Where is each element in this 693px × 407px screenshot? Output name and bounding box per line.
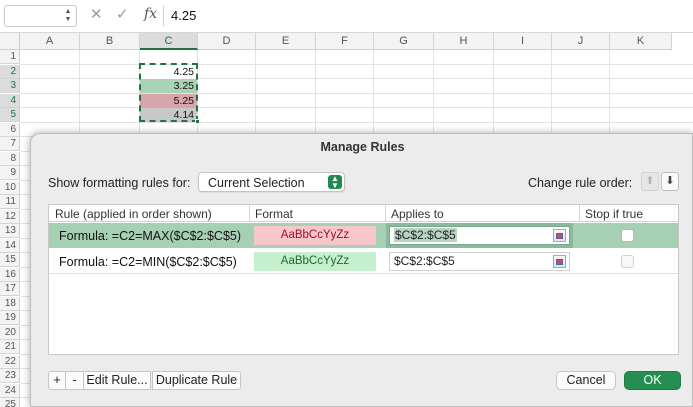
move-rule-down-button[interactable]: ⬇ [661,172,679,191]
applies-to-value: $C$2:$C$5 [394,228,457,242]
insert-function-icon[interactable]: fx [144,6,157,22]
row-header-7[interactable]: 7 [0,137,20,151]
column-header-f[interactable]: F [316,33,374,50]
manage-rules-dialog: Manage Rules Show formatting rules for: … [30,133,693,407]
row-header-10[interactable]: 10 [0,180,20,195]
grid-row-line [20,121,693,123]
column-header-e[interactable]: E [256,33,316,50]
column-header-c[interactable]: C [140,33,198,50]
grid-row-line [20,63,693,65]
row-header-20[interactable]: 20 [0,325,20,340]
row-header-14[interactable]: 14 [0,238,20,253]
confirm-entry-icon[interactable]: ✓ [116,7,129,23]
rule-row[interactable]: Formula: =C2=MAX($C$2:$C$5) AaBbCcYyZz $… [49,223,678,248]
row-header-9[interactable]: 9 [0,166,20,180]
row-header-23[interactable]: 23 [0,369,20,383]
row-header-8[interactable]: 8 [0,151,20,166]
row-header-6[interactable]: 6 [0,122,20,137]
arrow-up-icon: ⬆ [645,175,655,187]
edit-rule-button[interactable]: Edit Rule... [84,371,151,390]
rules-scope-select[interactable]: Current Selection ▲ ▼ [198,172,345,192]
row-header-2[interactable]: 2 [0,64,20,79]
formula-input[interactable]: 4.25 [171,8,196,23]
arrow-down-icon: ⬇ [665,175,675,187]
select-all-corner[interactable] [0,33,20,50]
move-rule-up-button[interactable]: ⬆ [641,172,659,191]
rule-formula: Formula: =C2=MAX($C$2:$C$5) [59,229,242,243]
row-header-5[interactable]: 5 [0,108,20,122]
column-header-i[interactable]: I [494,33,552,50]
row-header-1[interactable]: 1 [0,50,20,64]
applies-to-field[interactable]: $C$2:$C$5 [389,226,570,245]
row-header-22[interactable]: 22 [0,354,20,369]
row-header-18[interactable]: 18 [0,296,20,311]
col-header-rule: Rule (applied in order shown) [55,207,212,221]
row-header-17[interactable]: 17 [0,282,20,296]
stop-if-true-checkbox[interactable] [621,255,634,268]
range-picker-icon[interactable] [553,255,566,268]
row-header-15[interactable]: 15 [0,253,20,267]
row-header-3[interactable]: 3 [0,79,20,93]
range-picker-icon[interactable] [553,229,566,242]
column-divider[interactable] [249,205,250,222]
col-header-stop-if-true: Stop if true [585,207,644,221]
grid-row-line [20,78,693,79]
fill-handle[interactable] [195,119,200,124]
column-header-j[interactable]: J [552,33,610,50]
row-header-13[interactable]: 13 [0,224,20,238]
rules-table-header: Rule (applied in order shown) Format App… [49,205,678,222]
dialog-title: Manage Rules [320,140,405,154]
stop-if-true-checkbox[interactable] [621,229,634,242]
row-header-25[interactable]: 25 [0,398,20,407]
rule-row[interactable]: Formula: =C2=MIN($C$2:$C$5) AaBbCcYyZz $… [49,249,678,274]
formula-bar-divider [163,6,164,26]
duplicate-rule-button[interactable]: Duplicate Rule [152,371,241,390]
row-header-11[interactable]: 11 [0,195,20,209]
column-header-k[interactable]: K [610,33,672,50]
formula-bar: ▲ ▼ ✕ ✓ fx 4.25 [0,0,693,33]
format-preview: AaBbCcYyZz [254,226,376,245]
cancel-button[interactable]: Cancel [556,371,616,390]
grid-row-line [20,92,693,94]
rules-table: Rule (applied in order shown) Format App… [48,204,679,355]
row-header-4[interactable]: 4 [0,93,20,108]
column-divider[interactable] [385,205,386,222]
format-preview: AaBbCcYyZz [254,252,376,271]
row-header-12[interactable]: 12 [0,209,20,224]
change-order-label: Change rule order: [528,176,633,190]
column-header-a[interactable]: A [20,33,80,50]
applies-to-value: $C$2:$C$5 [394,254,455,268]
add-rule-button[interactable]: + [48,371,66,390]
column-divider[interactable] [579,205,580,222]
column-header-g[interactable]: G [374,33,434,50]
name-box-stepper-icon[interactable]: ▲ ▼ [64,8,72,24]
row-header-19[interactable]: 19 [0,311,20,325]
col-header-format: Format [255,207,294,221]
col-header-applies-to: Applies to [391,207,444,221]
column-header-b[interactable]: B [80,33,140,50]
select-arrows-icon: ▲ ▼ [328,175,342,190]
rule-formula: Formula: =C2=MIN($C$2:$C$5) [59,255,237,269]
ok-button[interactable]: OK [624,371,681,390]
name-box[interactable]: ▲ ▼ [4,5,77,27]
rules-scope-value: Current Selection [208,176,305,190]
applies-to-field[interactable]: $C$2:$C$5 [389,252,570,271]
selection-marquee [139,63,198,122]
row-header-21[interactable]: 21 [0,340,20,354]
row-header-24[interactable]: 24 [0,383,20,398]
grid-row-line [20,107,693,108]
remove-rule-button[interactable]: - [66,371,84,390]
show-rules-label: Show formatting rules for: [48,176,191,190]
cancel-entry-icon[interactable]: ✕ [90,7,103,23]
column-header-h[interactable]: H [434,33,494,50]
row-header-16[interactable]: 16 [0,267,20,282]
column-header-d[interactable]: D [198,33,256,50]
